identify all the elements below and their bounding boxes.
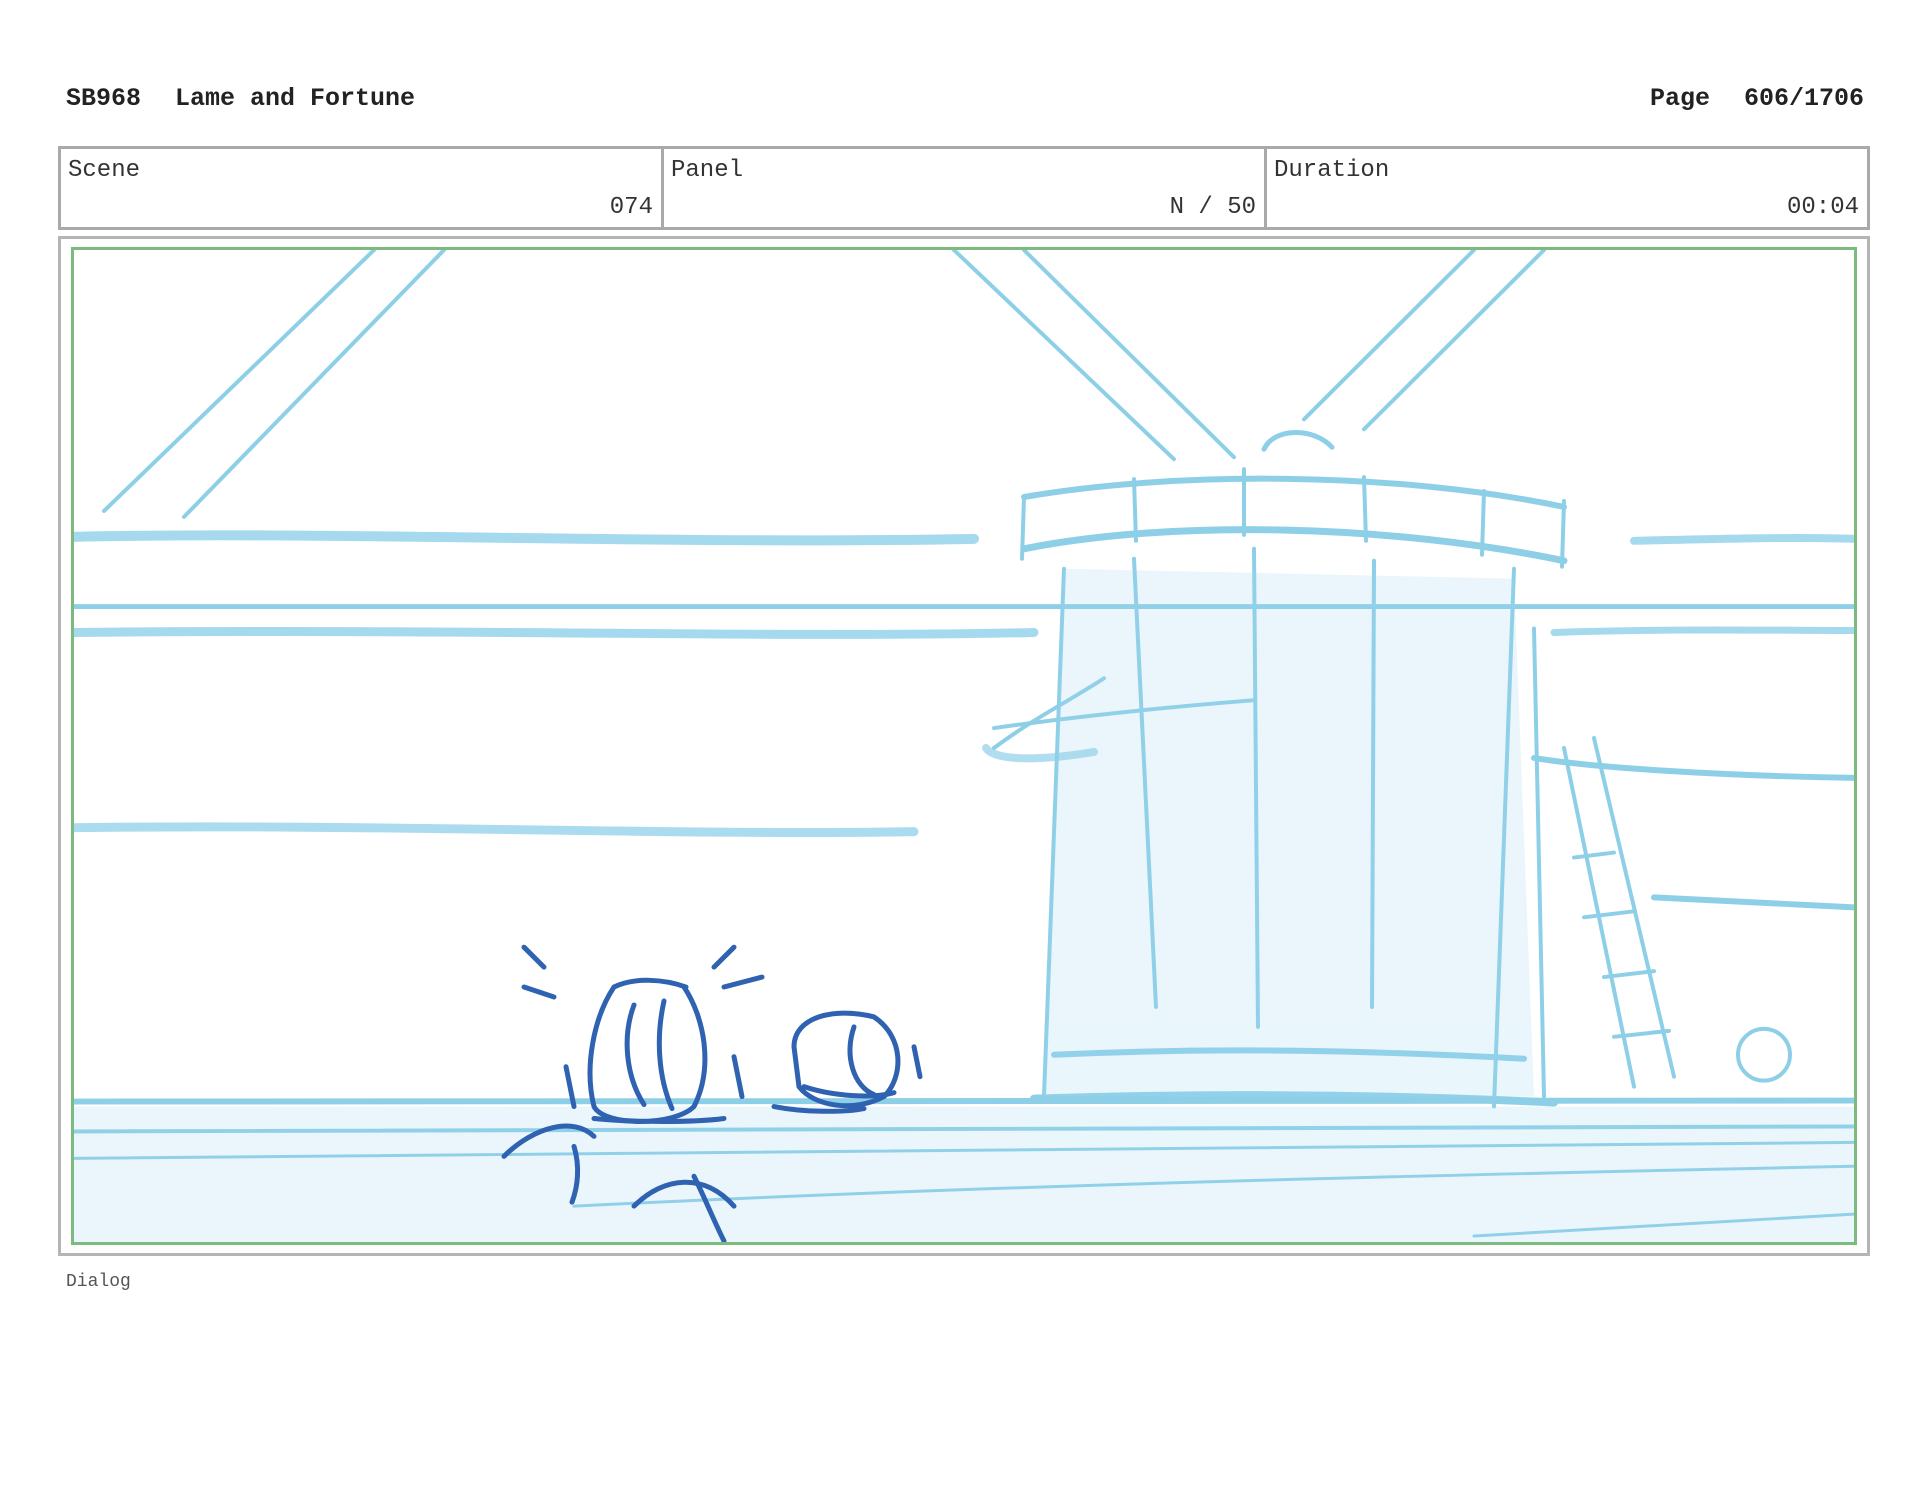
scene-label: Scene (68, 157, 141, 184)
panel-value: N / 50 (1169, 194, 1256, 221)
duration-value: 00:04 (1786, 194, 1859, 221)
storyboard-frame (58, 236, 1870, 1256)
page-number: 606/1706 (1743, 84, 1864, 113)
dialog-label: Dialog (66, 1272, 131, 1292)
storyboard-panel-image (71, 247, 1857, 1245)
page-indicator: Page 606/1706 (1650, 84, 1864, 113)
panel-info-bar: Scene 074 Panel N / 50 Duration 00:04 (58, 146, 1870, 230)
panel-cell: Panel N / 50 (664, 149, 1267, 227)
storyboard-title: SB968 Lame and Fortune (66, 84, 415, 113)
page-header: SB968 Lame and Fortune Page 606/1706 (66, 84, 1864, 118)
duration-cell: Duration 00:04 (1267, 149, 1867, 227)
sketch-drawing (74, 250, 1854, 1242)
scene-cell: Scene 074 (61, 149, 664, 227)
duration-label: Duration (1274, 157, 1390, 184)
storyboard-code: SB968 (66, 84, 142, 113)
background-sketch (74, 250, 1854, 1238)
scene-value: 074 (609, 194, 653, 221)
background-shading (74, 568, 1854, 1242)
panel-label: Panel (671, 157, 744, 184)
episode-title: Lame and Fortune (175, 84, 416, 113)
page-label: Page (1649, 84, 1710, 113)
